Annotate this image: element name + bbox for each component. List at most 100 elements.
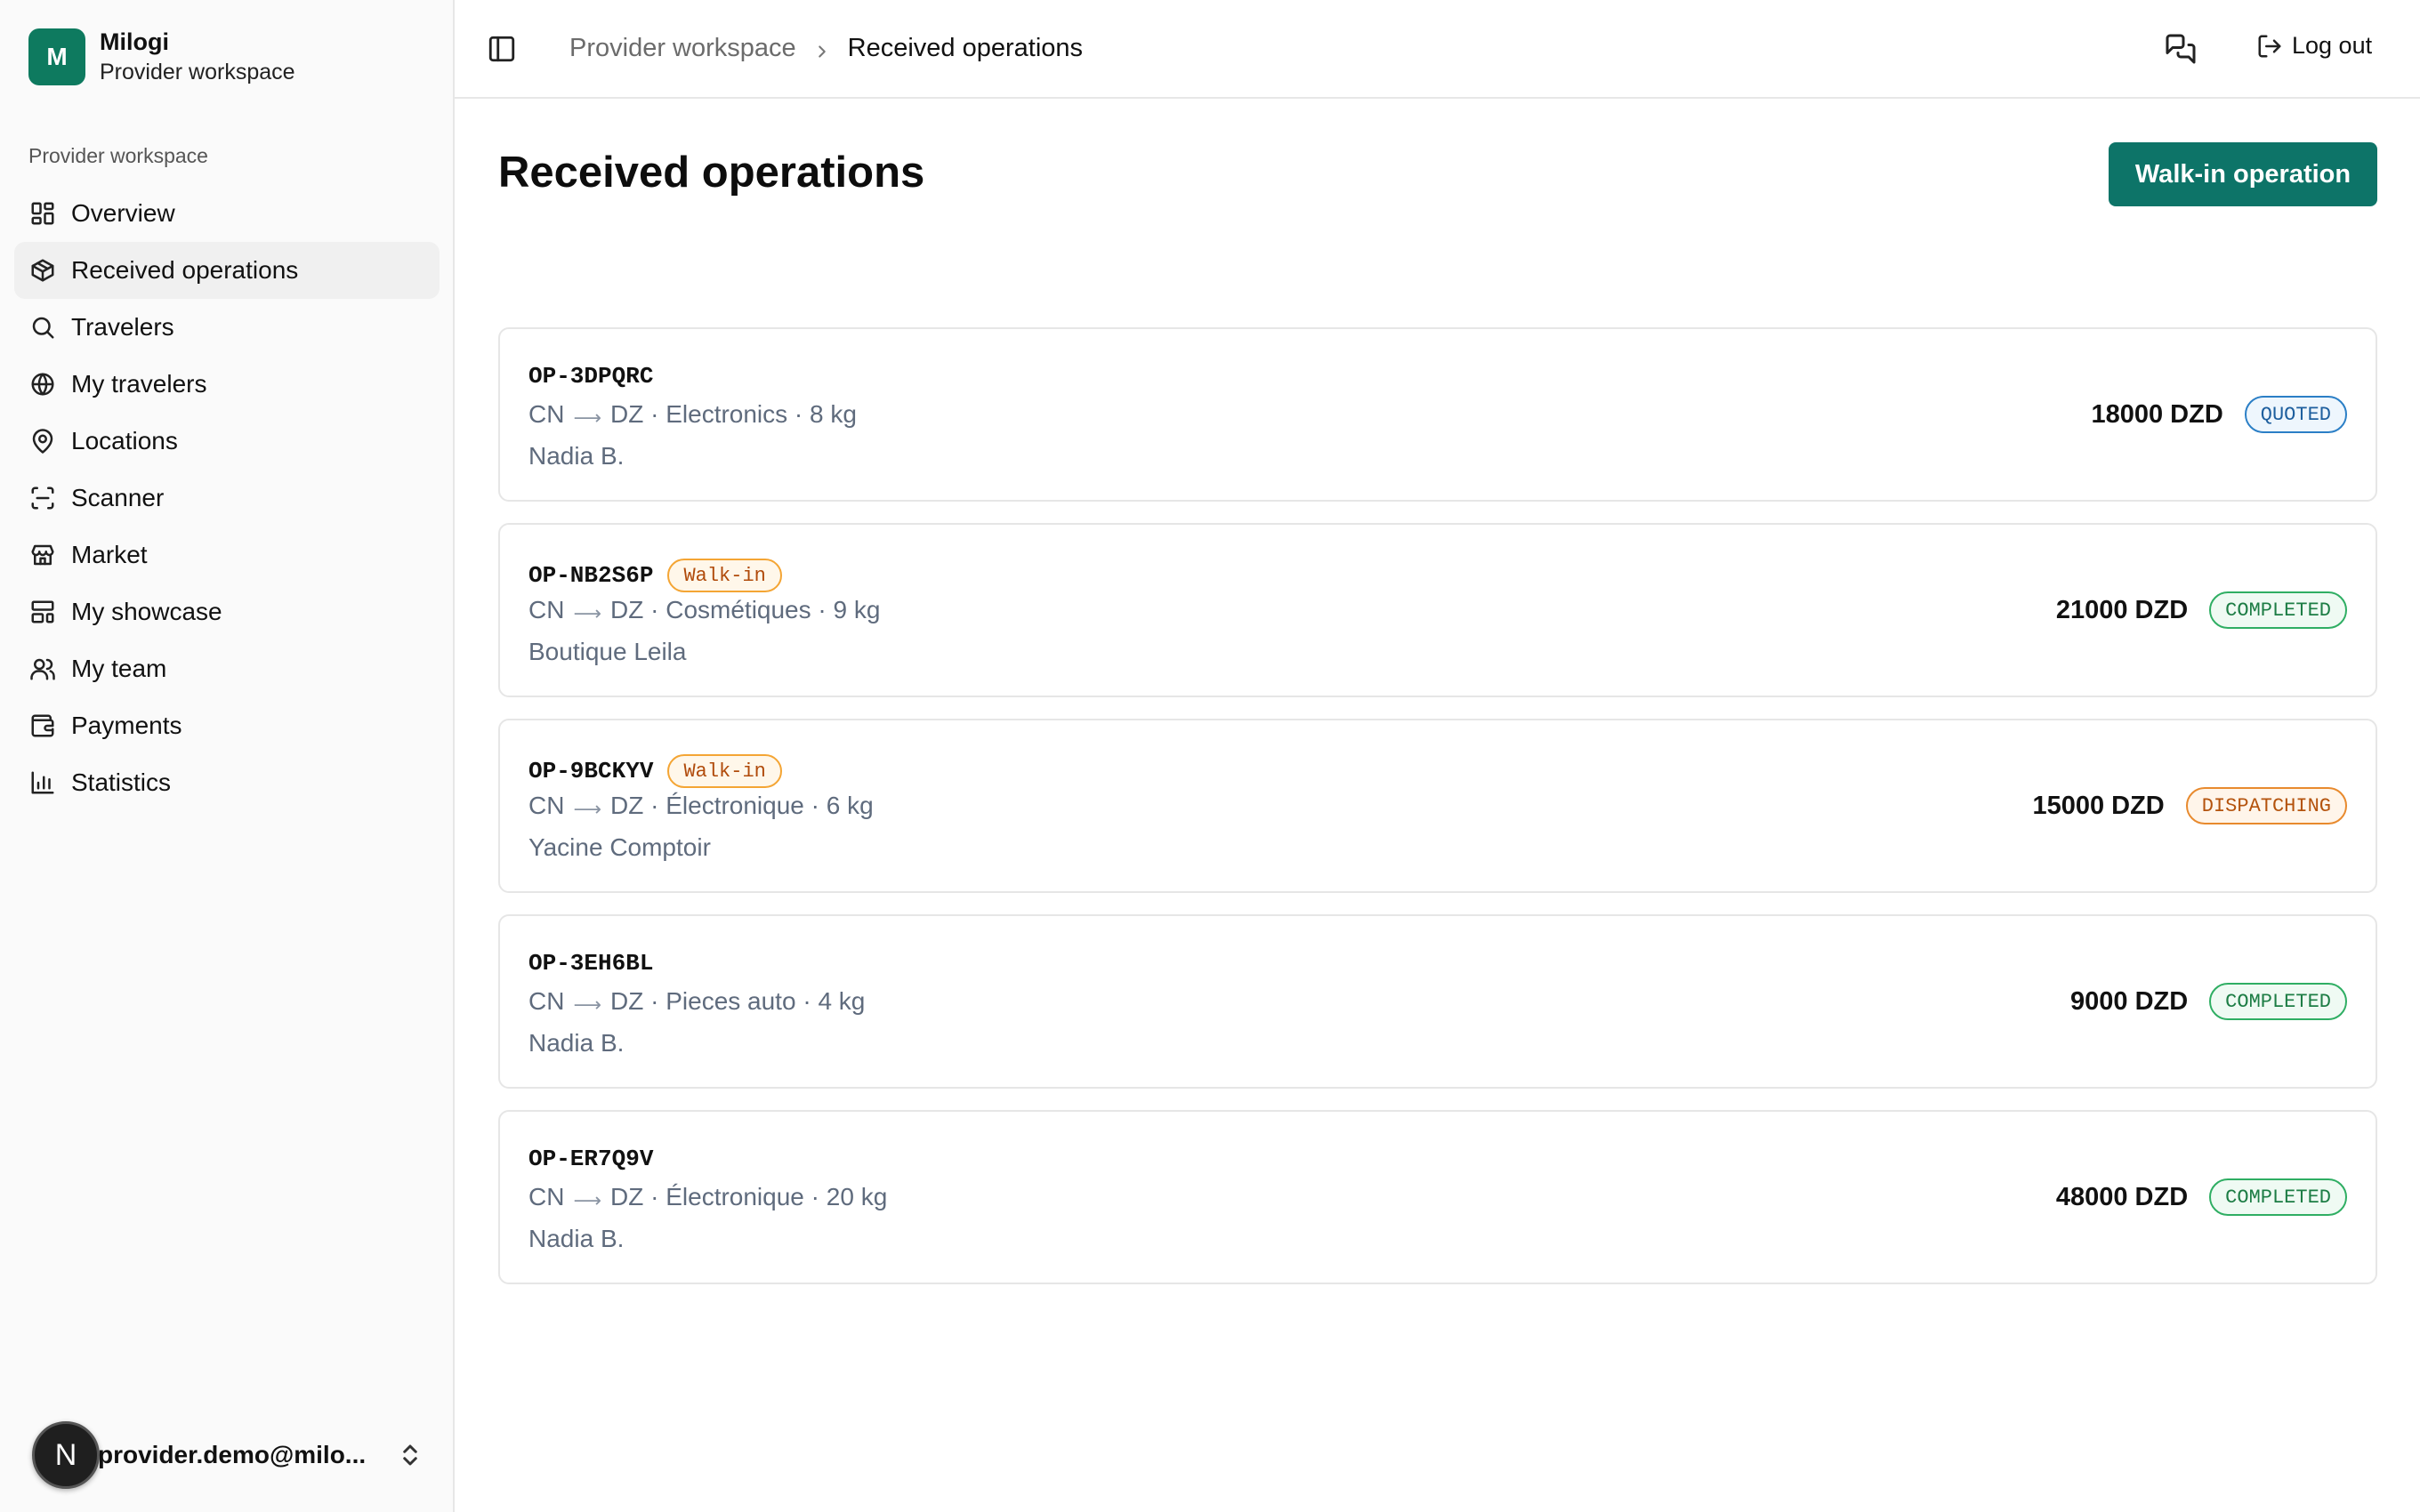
sidebar-section-label: Provider workspace	[28, 144, 208, 167]
operation-client: Nadia B.	[528, 1225, 625, 1252]
operation-category: Électronique	[666, 1183, 804, 1210]
avatar[interactable]: N	[32, 1421, 100, 1489]
route-destination: DZ	[610, 792, 644, 819]
operation-card[interactable]: OP-3EH6BL CN ⟶ DZ · Pieces auto · 4 kg N…	[498, 914, 2377, 1089]
operation-header: OP-3EH6BL	[528, 950, 653, 977]
route-destination: DZ	[610, 596, 644, 623]
operation-client: Boutique Leila	[528, 638, 687, 665]
long-arrow-right-icon: ⟶	[573, 602, 601, 624]
walk-in-badge: Walk-in	[667, 559, 782, 592]
sidebar: M Milogi Provider workspace Provider wor…	[0, 0, 455, 1512]
sidebar-item-overview[interactable]: Overview	[14, 185, 440, 242]
brand[interactable]: M Milogi Provider workspace	[28, 27, 295, 87]
operation-amount: 21000 DZD	[2055, 595, 2189, 624]
walk-in-operation-button[interactable]: Walk-in operation	[2109, 142, 2377, 206]
operation-card[interactable]: OP-9BCKYV Walk-in CN ⟶ DZ · Électronique…	[498, 719, 2377, 893]
sidebar-item-travelers[interactable]: Travelers	[14, 299, 440, 356]
sidebar-item-label: Locations	[71, 427, 178, 454]
status-badge: COMPLETED	[2209, 591, 2347, 629]
sidebar-item-my-showcase[interactable]: My showcase	[14, 583, 440, 640]
operation-card[interactable]: OP-NB2S6P Walk-in CN ⟶ DZ · Cosmétiques …	[498, 523, 2377, 697]
sidebar-item-my-team[interactable]: My team	[14, 640, 440, 697]
operation-code: OP-NB2S6P	[528, 562, 654, 589]
top-bar: Provider workspace Received operations L…	[455, 0, 2420, 99]
logout-button[interactable]: Log out	[2256, 32, 2372, 60]
sidebar-item-my-travelers[interactable]: My travelers	[14, 356, 440, 413]
wallet-icon	[28, 712, 57, 740]
sidebar-item-market[interactable]: Market	[14, 527, 440, 583]
operation-weight: 8 kg	[810, 400, 857, 428]
breadcrumb-parent[interactable]: Provider workspace	[569, 34, 796, 63]
bar-chart-icon	[28, 768, 57, 797]
operation-weight: 9 kg	[833, 596, 881, 623]
sidebar-item-label: My travelers	[71, 370, 207, 398]
separator: ·	[803, 1183, 827, 1210]
operation-route: CN ⟶ DZ · Électronique · 6 kg	[528, 792, 874, 820]
status-badge: COMPLETED	[2209, 1178, 2347, 1216]
long-arrow-right-icon: ⟶	[573, 406, 601, 429]
sidebar-item-label: Overview	[71, 199, 175, 227]
layout-template-icon	[28, 598, 57, 626]
map-pin-icon	[28, 427, 57, 455]
separator: ·	[643, 792, 666, 819]
operation-weight: 4 kg	[818, 987, 866, 1015]
operation-client: Yacine Comptoir	[528, 833, 711, 861]
route-origin: CN	[528, 792, 565, 819]
users-icon	[28, 655, 57, 683]
sidebar-toggle-icon[interactable]	[487, 34, 517, 64]
store-icon	[28, 541, 57, 569]
sidebar-item-received-operations[interactable]: Received operations	[14, 242, 440, 299]
chevrons-up-down-icon[interactable]	[397, 1442, 424, 1468]
operation-route: CN ⟶ DZ · Cosmétiques · 9 kg	[528, 596, 880, 624]
operation-amount: 18000 DZD	[2091, 399, 2223, 429]
sidebar-item-locations[interactable]: Locations	[14, 413, 440, 470]
layout-dashboard-icon	[28, 199, 57, 228]
sidebar-item-label: My showcase	[71, 598, 222, 625]
route-destination: DZ	[610, 1183, 644, 1210]
sidebar-item-scanner[interactable]: Scanner	[14, 470, 440, 527]
walk-in-badge: Walk-in	[667, 754, 782, 788]
globe-icon	[28, 370, 57, 398]
messages-icon[interactable]	[2165, 33, 2197, 65]
sidebar-item-payments[interactable]: Payments	[14, 697, 440, 754]
status-badge: QUOTED	[2244, 396, 2347, 433]
brand-name: Milogi	[100, 28, 169, 55]
route-origin: CN	[528, 596, 565, 623]
operation-client: Nadia B.	[528, 442, 625, 470]
separator: ·	[787, 400, 811, 428]
operation-route: CN ⟶ DZ · Electronics · 8 kg	[528, 400, 857, 429]
operation-code: OP-3DPQRC	[528, 363, 654, 390]
long-arrow-right-icon: ⟶	[573, 798, 601, 820]
operations-list: OP-3DPQRC CN ⟶ DZ · Electronics · 8 kg N…	[498, 327, 2377, 1306]
sidebar-item-label: Market	[71, 541, 148, 568]
operation-summary: 18000 DZD QUOTED	[2091, 329, 2347, 500]
brand-text: Milogi Provider workspace	[100, 27, 295, 87]
separator: ·	[643, 1183, 666, 1210]
user-email: provider.demo@milo...	[98, 1441, 367, 1468]
operation-card[interactable]: OP-ER7Q9V CN ⟶ DZ · Électronique · 20 kg…	[498, 1110, 2377, 1284]
sidebar-nav: Overview Received operations Travelers M…	[14, 185, 440, 811]
operation-header: OP-9BCKYV Walk-in	[528, 754, 782, 788]
operation-weight: 6 kg	[826, 792, 874, 819]
separator: ·	[643, 596, 666, 623]
route-origin: CN	[528, 1183, 565, 1210]
log-out-icon	[2256, 33, 2283, 60]
operation-route: CN ⟶ DZ · Électronique · 20 kg	[528, 1183, 887, 1211]
sidebar-item-label: Travelers	[71, 313, 174, 341]
operation-code: OP-3EH6BL	[528, 950, 654, 977]
operation-amount: 9000 DZD	[2070, 986, 2189, 1016]
route-destination: DZ	[610, 987, 644, 1015]
route-origin: CN	[528, 400, 565, 428]
operation-header: OP-ER7Q9V	[528, 1146, 653, 1172]
operation-category: Cosmétiques	[666, 596, 811, 623]
sidebar-item-statistics[interactable]: Statistics	[14, 754, 440, 811]
operation-summary: 9000 DZD COMPLETED	[2070, 916, 2347, 1087]
operation-header: OP-NB2S6P Walk-in	[528, 559, 782, 592]
operation-card[interactable]: OP-3DPQRC CN ⟶ DZ · Electronics · 8 kg N…	[498, 327, 2377, 502]
user-menu[interactable]: N provider.demo@milo...	[32, 1411, 432, 1500]
search-icon	[28, 313, 57, 342]
operation-summary: 48000 DZD COMPLETED	[2056, 1112, 2347, 1283]
sidebar-item-label: Payments	[71, 712, 182, 739]
long-arrow-right-icon: ⟶	[573, 1189, 601, 1211]
operation-code: OP-9BCKYV	[528, 758, 654, 784]
